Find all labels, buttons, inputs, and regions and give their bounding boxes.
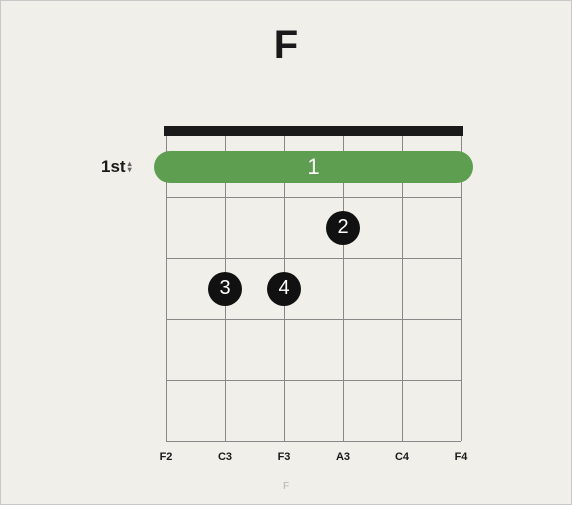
fret-line bbox=[166, 380, 461, 381]
fret-position-label: 1st bbox=[101, 157, 126, 177]
footer-caption: F bbox=[1, 481, 571, 492]
fret-line bbox=[166, 258, 461, 259]
string-note-label: F4 bbox=[455, 451, 468, 463]
string-note-label: C3 bbox=[218, 451, 232, 463]
fretboard: 1234F2C3F3A3C4F4 bbox=[166, 126, 461, 441]
finger-dot: 2 bbox=[326, 211, 360, 245]
string-note-label: A3 bbox=[336, 451, 350, 463]
finger-dot: 4 bbox=[267, 272, 301, 306]
string-note-label: F2 bbox=[160, 451, 173, 463]
barre: 1 bbox=[154, 151, 473, 183]
chord-title: F bbox=[1, 23, 571, 68]
fret-line bbox=[166, 441, 461, 442]
string-note-label: F3 bbox=[278, 451, 291, 463]
fret-position-stepper[interactable]: 1st ▴ ▾ bbox=[101, 157, 132, 177]
nut bbox=[164, 126, 463, 136]
fret-line bbox=[166, 197, 461, 198]
stepper-down-icon[interactable]: ▾ bbox=[128, 167, 132, 173]
finger-dot: 3 bbox=[208, 272, 242, 306]
string-note-label: C4 bbox=[395, 451, 409, 463]
stepper-icon[interactable]: ▴ ▾ bbox=[128, 161, 132, 173]
fret-line bbox=[166, 319, 461, 320]
